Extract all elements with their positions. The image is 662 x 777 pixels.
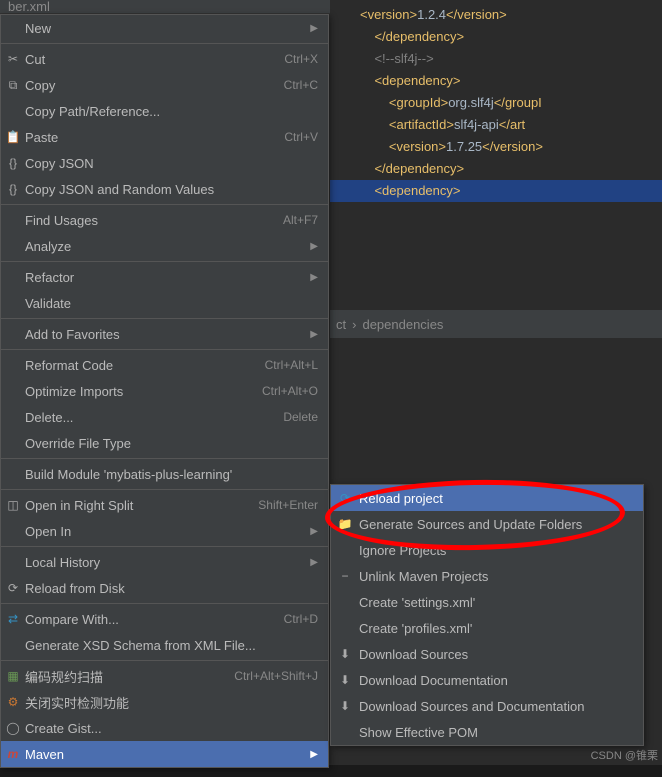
clipboard-icon: 📋	[5, 130, 21, 144]
crumb-deps[interactable]: dependencies	[362, 317, 443, 332]
context-menu: New▶ ✂CutCtrl+X ⧉CopyCtrl+C Copy Path/Re…	[0, 14, 329, 768]
delete-menu[interactable]: Delete...Delete	[1, 404, 328, 430]
tab-filename[interactable]: ber.xml	[4, 0, 54, 14]
braces-icon: {}	[5, 156, 21, 170]
refactor-menu[interactable]: Refactor▶	[1, 264, 328, 290]
reload-icon: ⟳	[5, 581, 21, 595]
chevron-right-icon: ▶	[310, 272, 318, 283]
add-favorites-menu[interactable]: Add to Favorites▶	[1, 321, 328, 347]
new-menu[interactable]: New▶	[1, 15, 328, 41]
chevron-right-icon: ▶	[310, 23, 318, 34]
download-icon: ⬇	[337, 673, 353, 687]
reload-icon: ⟳	[337, 491, 353, 505]
download-both-menu[interactable]: ⬇Download Sources and Documentation	[331, 693, 643, 719]
ali-icon: ▦	[5, 669, 21, 683]
unlink-maven-menu[interactable]: −Unlink Maven Projects	[331, 563, 643, 589]
find-usages-menu[interactable]: Find UsagesAlt+F7	[1, 207, 328, 233]
chevron-right-icon: ▶	[310, 557, 318, 568]
build-module-menu[interactable]: Build Module 'mybatis-plus-learning'	[1, 461, 328, 487]
copy-menu[interactable]: ⧉CopyCtrl+C	[1, 72, 328, 98]
folder-icon: 📁	[337, 517, 353, 531]
scissors-icon: ✂	[5, 52, 21, 66]
copy-json-menu[interactable]: {}Copy JSON	[1, 150, 328, 176]
maven-menu[interactable]: mMaven▶	[1, 741, 328, 767]
crumb-ct[interactable]: ct	[336, 317, 346, 332]
show-pom-menu[interactable]: Show Effective POM	[331, 719, 643, 745]
code-editor[interactable]: <version>1.2.4</version> </dependency> <…	[330, 0, 662, 310]
download-src-menu[interactable]: ⬇Download Sources	[331, 641, 643, 667]
download-icon: ⬇	[337, 699, 353, 713]
github-icon: ◯	[5, 721, 21, 735]
paste-menu[interactable]: 📋PasteCtrl+V	[1, 124, 328, 150]
chevron-right-icon: ▶	[310, 329, 318, 340]
validate-menu[interactable]: Validate	[1, 290, 328, 316]
watermark: CSDN @锥栗	[591, 747, 658, 763]
chevron-right-icon: ▶	[310, 526, 318, 537]
copy-json-rand-menu[interactable]: {}Copy JSON and Random Values	[1, 176, 328, 202]
code-scan-menu[interactable]: ▦编码规约扫描Ctrl+Alt+Shift+J	[1, 663, 328, 689]
reformat-menu[interactable]: Reformat CodeCtrl+Alt+L	[1, 352, 328, 378]
compare-icon: ⇄	[5, 612, 21, 626]
create-gist-menu[interactable]: ◯Create Gist...	[1, 715, 328, 741]
open-split-menu[interactable]: ◫Open in Right SplitShift+Enter	[1, 492, 328, 518]
compare-menu[interactable]: ⇄Compare With...Ctrl+D	[1, 606, 328, 632]
gen-sources-menu[interactable]: 📁Generate Sources and Update Folders	[331, 511, 643, 537]
chevron-right-icon: ›	[352, 317, 356, 332]
reload-disk-menu[interactable]: ⟳Reload from Disk	[1, 575, 328, 601]
cut-menu[interactable]: ✂CutCtrl+X	[1, 46, 328, 72]
reload-project-menu[interactable]: ⟳Reload project	[331, 485, 643, 511]
create-settings-menu[interactable]: Create 'settings.xml'	[331, 589, 643, 615]
braces-icon: {}	[5, 182, 21, 196]
gen-xsd-menu[interactable]: Generate XSD Schema from XML File...	[1, 632, 328, 658]
create-profiles-menu[interactable]: Create 'profiles.xml'	[331, 615, 643, 641]
override-ft-menu[interactable]: Override File Type	[1, 430, 328, 456]
copy-icon: ⧉	[5, 78, 21, 93]
close-rt-menu[interactable]: ⚙关闭实时检测功能	[1, 689, 328, 715]
breadcrumb[interactable]: ct › dependencies	[330, 310, 662, 338]
minus-icon: −	[337, 569, 353, 583]
chevron-right-icon: ▶	[310, 749, 318, 760]
split-icon: ◫	[5, 498, 21, 512]
gear-icon: ⚙	[5, 695, 21, 709]
analyze-menu[interactable]: Analyze▶	[1, 233, 328, 259]
copy-path-menu[interactable]: Copy Path/Reference...	[1, 98, 328, 124]
maven-icon: m	[5, 747, 21, 761]
download-doc-menu[interactable]: ⬇Download Documentation	[331, 667, 643, 693]
optimize-menu[interactable]: Optimize ImportsCtrl+Alt+O	[1, 378, 328, 404]
maven-submenu: ⟳Reload project 📁Generate Sources and Up…	[330, 484, 644, 746]
ignore-projects-menu[interactable]: Ignore Projects	[331, 537, 643, 563]
download-icon: ⬇	[337, 647, 353, 661]
local-history-menu[interactable]: Local History▶	[1, 549, 328, 575]
chevron-right-icon: ▶	[310, 241, 318, 252]
open-in-menu[interactable]: Open In▶	[1, 518, 328, 544]
